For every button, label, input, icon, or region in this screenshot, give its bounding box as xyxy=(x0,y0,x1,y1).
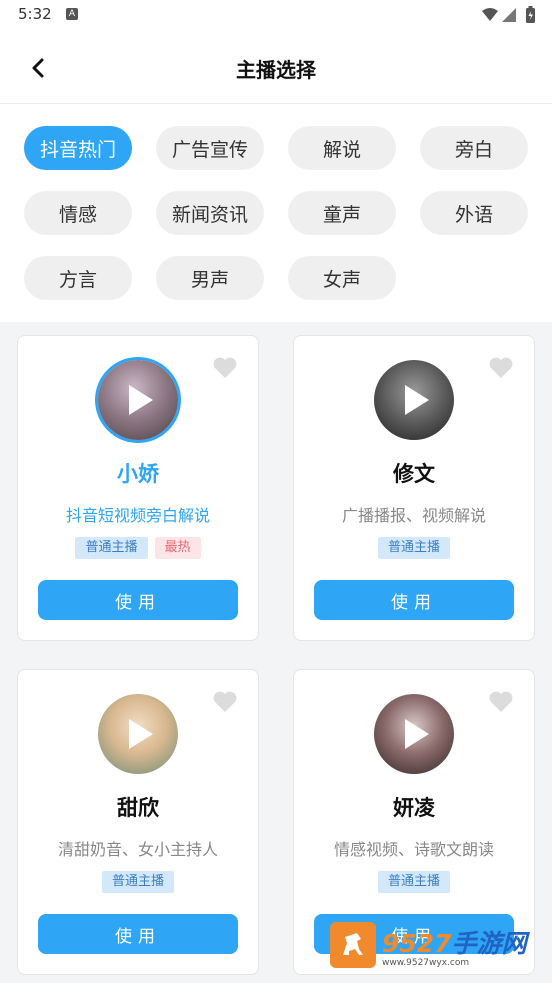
anchor-grid: 小娇 抖音短视频旁白解说 普通主播 最热 使用 修文 广播播报、视频解说 普通主… xyxy=(0,322,552,983)
tag-normal: 普通主播 xyxy=(75,537,148,559)
anchor-avatar[interactable] xyxy=(374,694,454,774)
anchor-name: 妍凌 xyxy=(393,796,435,820)
category-chip-male[interactable]: 男声 xyxy=(156,256,264,300)
status-time: 5:32 xyxy=(18,5,52,23)
category-chip-ad[interactable]: 广告宣传 xyxy=(156,126,264,170)
anchor-card[interactable]: 小娇 抖音短视频旁白解说 普通主播 最热 使用 xyxy=(17,335,259,641)
anchor-tags: 普通主播 xyxy=(294,537,534,559)
tag-normal: 普通主播 xyxy=(377,871,450,893)
play-icon xyxy=(405,385,429,415)
heart-icon[interactable] xyxy=(212,690,238,714)
anchor-name: 小娇 xyxy=(117,462,159,486)
play-icon xyxy=(405,719,429,749)
watermark-url: www.9527wyx.com xyxy=(382,958,470,968)
heart-icon[interactable] xyxy=(488,356,514,380)
tag-normal: 普通主播 xyxy=(101,871,174,893)
anchor-description: 广播播报、视频解说 xyxy=(341,506,486,525)
category-chip-child[interactable]: 童声 xyxy=(288,191,396,235)
notification-icon: A xyxy=(66,8,78,20)
anchor-description: 清甜奶音、女小主持人 xyxy=(57,840,218,859)
play-icon xyxy=(129,719,153,749)
anchor-avatar[interactable] xyxy=(374,360,454,440)
site-watermark: 9527手游网 www.9527wyx.com xyxy=(330,922,552,978)
watermark-title-number: 9527 xyxy=(382,929,452,958)
heart-icon[interactable] xyxy=(212,356,238,380)
anchor-card[interactable]: 甜欣 清甜奶音、女小主持人 普通主播 使用 xyxy=(17,669,259,975)
anchor-description: 情感视频、诗歌文朗读 xyxy=(333,840,494,859)
anchor-description: 抖音短视频旁白解说 xyxy=(65,506,210,525)
category-chip-dialect[interactable]: 方言 xyxy=(24,256,132,300)
anchor-avatar[interactable] xyxy=(98,694,178,774)
anchor-tags: 普通主播 最热 xyxy=(18,537,258,559)
category-chip-narration[interactable]: 旁白 xyxy=(420,126,528,170)
use-button[interactable]: 使用 xyxy=(38,914,238,954)
anchor-card[interactable]: 修文 广播播报、视频解说 普通主播 使用 xyxy=(293,335,535,641)
category-chip-female[interactable]: 女声 xyxy=(288,256,396,300)
header-bar: 主播选择 xyxy=(0,30,552,104)
category-chip-emotion[interactable]: 情感 xyxy=(24,191,132,235)
category-chip-foreign[interactable]: 外语 xyxy=(420,191,528,235)
tag-normal: 普通主播 xyxy=(377,537,450,559)
horse-logo-icon xyxy=(330,922,376,968)
category-chip-commentary[interactable]: 解说 xyxy=(288,126,396,170)
use-button[interactable]: 使用 xyxy=(38,580,238,620)
anchor-name: 甜欣 xyxy=(117,796,159,820)
anchor-name: 修文 xyxy=(393,462,435,486)
anchor-avatar[interactable] xyxy=(98,360,178,440)
page-title: 主播选择 xyxy=(236,58,316,82)
category-chip-news[interactable]: 新闻资讯 xyxy=(156,191,264,235)
heart-icon[interactable] xyxy=(488,690,514,714)
use-button[interactable]: 使用 xyxy=(314,580,514,620)
wifi-signal-battery-icon xyxy=(482,6,535,23)
anchor-tags: 普通主播 xyxy=(294,871,534,893)
category-filter: 抖音热门 广告宣传 解说 旁白 情感 新闻资讯 童声 外语 方言 男声 女声 xyxy=(0,104,552,322)
watermark-title: 9527手游网 xyxy=(382,924,527,960)
category-chip-hot[interactable]: 抖音热门 xyxy=(24,126,132,170)
play-icon xyxy=(129,385,153,415)
anchor-tags: 普通主播 xyxy=(18,871,258,893)
status-bar: 5:32 A xyxy=(0,0,552,30)
tag-hot: 最热 xyxy=(154,537,201,559)
status-icons xyxy=(480,6,538,28)
watermark-title-text: 手游网 xyxy=(451,929,527,958)
